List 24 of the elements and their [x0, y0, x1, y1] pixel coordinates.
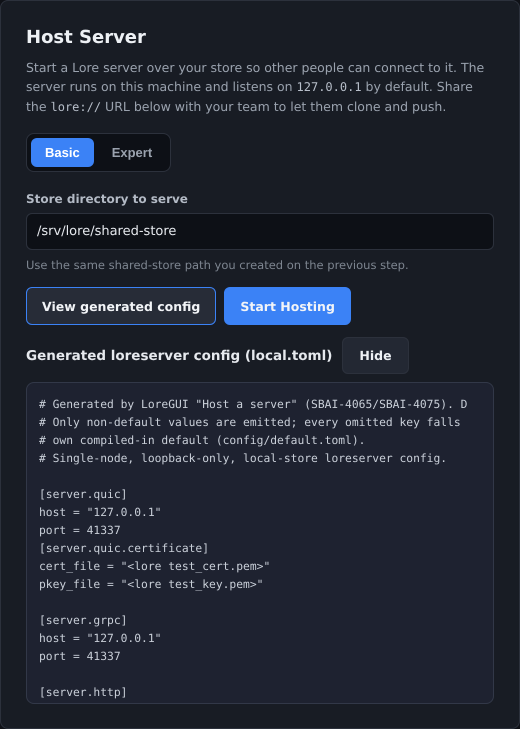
- code-line: pkey_file = "<lore test_key.pem>": [39, 577, 264, 593]
- hide-button[interactable]: Hide: [342, 337, 409, 374]
- code-line: host = "127.0.0.1": [39, 505, 162, 521]
- panel-title: Host Server: [26, 27, 147, 48]
- code-line: host = "127.0.0.1": [39, 631, 162, 647]
- field-hint: Use the same shared-store path you created on the previous step.: [26, 258, 410, 272]
- field-label: Store directory to serve: [26, 192, 189, 206]
- code-line: [server.quic.certificate]: [39, 541, 210, 557]
- description-text: Start a Lore server over your store so other people can connect to it. The server runs on this machine and listens on 127.0.0.1 by default. Share the lore:// URL below with your team to let them clone and push.: [26, 59, 486, 116]
- view-config-button[interactable]: View generated config: [26, 287, 216, 325]
- code-line: # Generated by LoreGUI "Host a server" (SBAI-4065/SBAI-4075). D: [39, 397, 468, 413]
- mode-tab[interactable]: Basic: [31, 138, 94, 167]
- code-line: [server.http]: [39, 685, 128, 701]
- code-line: # Only non-default values are emitted; every omitted key falls: [39, 415, 461, 431]
- store-directory-field[interactable]: /srv/lore/shared-store: [26, 213, 494, 250]
- code-line: port = 41337: [39, 649, 121, 665]
- config-title: Generated loreserver config (local.toml): [26, 348, 332, 364]
- code-line: cert_file = "<lore test_cert.pem>": [39, 559, 270, 575]
- mode-tab[interactable]: Expert: [98, 138, 166, 167]
- code-line: port = 41337: [39, 523, 121, 539]
- code-line: [server.grpc]: [39, 613, 128, 629]
- code-line: # own compiled-in default (config/default.toml).: [39, 433, 366, 449]
- code-line: [server.quic]: [39, 487, 128, 503]
- code-line: # Single-node, loopback-only, local-store loreserver config.: [39, 451, 448, 467]
